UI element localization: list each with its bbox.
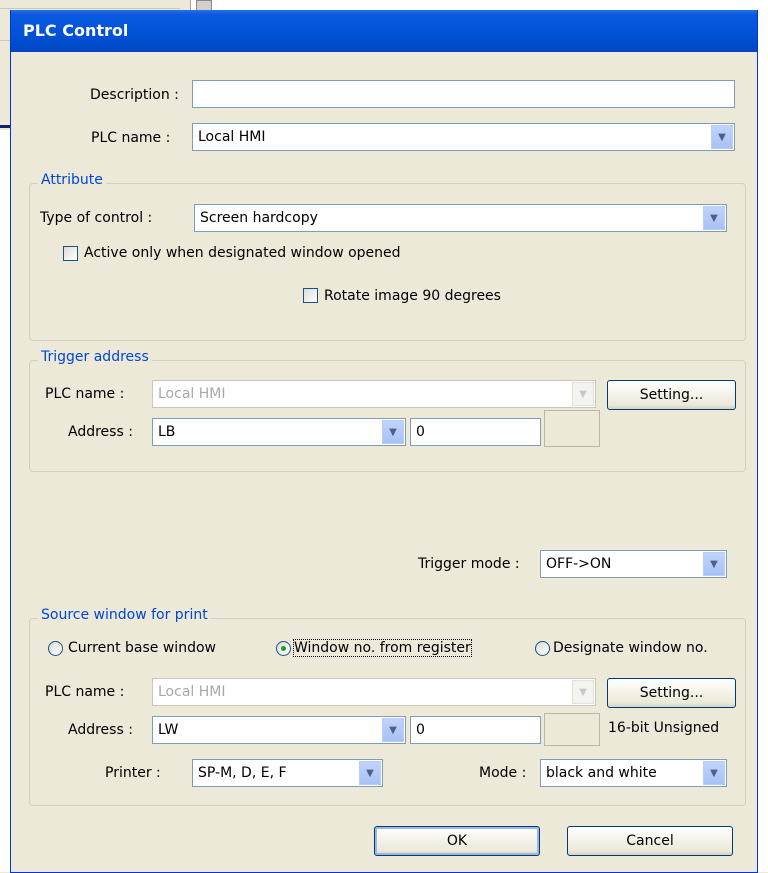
- dialog-title: PLC Control: [23, 21, 129, 40]
- attribute-group-title: Attribute: [38, 172, 106, 188]
- source-address-value-input[interactable]: 0: [410, 716, 541, 744]
- source-address-device-value: LW: [158, 722, 179, 738]
- radio-designate-window-label[interactable]: Designate window no.: [553, 640, 708, 656]
- mode-select[interactable]: black and white ▼: [540, 759, 727, 787]
- trigger-mode-label: Trigger mode :: [418, 556, 520, 572]
- chevron-down-icon[interactable]: ▼: [703, 552, 725, 576]
- source-address-extra-box: [544, 713, 600, 746]
- ok-button[interactable]: OK: [374, 826, 540, 856]
- radio-window-from-register[interactable]: [276, 641, 291, 656]
- trigger-address-device-value: LB: [158, 424, 176, 440]
- source-plc-name-select[interactable]: Local HMI ▼: [152, 678, 596, 706]
- mode-value: black and white: [546, 765, 657, 781]
- source-plc-name-label: PLC name :: [45, 684, 125, 700]
- active-only-checkbox[interactable]: [63, 246, 78, 261]
- trigger-mode-value: OFF->ON: [546, 556, 612, 572]
- trigger-plc-name-value: Local HMI: [158, 386, 226, 402]
- chevron-down-icon[interactable]: ▼: [572, 680, 594, 704]
- plc-name-value: Local HMI: [198, 129, 266, 145]
- description-label: Description :: [90, 87, 179, 103]
- trigger-address-group: [29, 360, 746, 472]
- chevron-down-icon[interactable]: ▼: [703, 206, 725, 230]
- plc-name-label: PLC name :: [91, 130, 171, 146]
- background-divider: [0, 8, 180, 9]
- trigger-mode-select[interactable]: OFF->ON ▼: [540, 550, 727, 578]
- type-of-control-label: Type of control :: [40, 210, 153, 226]
- cancel-button[interactable]: Cancel: [567, 826, 733, 856]
- chevron-down-icon[interactable]: ▼: [382, 420, 404, 444]
- source-setting-button[interactable]: Setting...: [607, 678, 736, 708]
- type-of-control-value: Screen hardcopy: [200, 210, 318, 226]
- rotate-image-label[interactable]: Rotate image 90 degrees: [324, 288, 501, 304]
- rotate-image-checkbox[interactable]: [303, 288, 318, 303]
- source-address-label: Address :: [68, 722, 133, 738]
- source-data-type-label: 16-bit Unsigned: [608, 720, 720, 736]
- trigger-address-value-input[interactable]: 0: [410, 418, 541, 446]
- mode-label: Mode :: [479, 765, 527, 781]
- trigger-address-label: Address :: [68, 424, 133, 440]
- printer-value: SP-M, D, E, F: [198, 765, 287, 781]
- chevron-down-icon[interactable]: ▼: [572, 382, 594, 406]
- chevron-down-icon[interactable]: ▼: [359, 761, 381, 785]
- trigger-address-group-title: Trigger address: [38, 349, 152, 365]
- printer-label: Printer :: [105, 765, 161, 781]
- type-of-control-select[interactable]: Screen hardcopy ▼: [194, 204, 727, 232]
- radio-window-from-register-label[interactable]: Window no. from register: [293, 639, 472, 657]
- trigger-plc-name-select[interactable]: Local HMI ▼: [152, 380, 596, 408]
- plc-control-dialog: PLC Control Description : PLC name : Loc…: [10, 10, 758, 873]
- description-input[interactable]: [192, 80, 735, 108]
- trigger-setting-button[interactable]: Setting...: [607, 380, 736, 410]
- printer-select[interactable]: SP-M, D, E, F ▼: [192, 759, 383, 787]
- title-bar[interactable]: PLC Control: [11, 10, 757, 52]
- radio-current-base-window-label[interactable]: Current base window: [68, 640, 216, 656]
- radio-designate-window[interactable]: [535, 641, 550, 656]
- source-window-group-title: Source window for print: [38, 607, 211, 623]
- radio-current-base-window[interactable]: [48, 641, 63, 656]
- source-address-device-select[interactable]: LW ▼: [152, 716, 406, 744]
- trigger-address-extra-box: [544, 410, 600, 447]
- radio-selected-dot: [281, 646, 286, 651]
- chevron-down-icon[interactable]: ▼: [382, 718, 404, 742]
- active-only-label[interactable]: Active only when designated window opene…: [84, 245, 401, 261]
- trigger-plc-name-label: PLC name :: [45, 386, 125, 402]
- chevron-down-icon[interactable]: ▼: [703, 761, 725, 785]
- source-plc-name-value: Local HMI: [158, 684, 226, 700]
- chevron-down-icon[interactable]: ▼: [711, 125, 733, 149]
- plc-name-select[interactable]: Local HMI ▼: [192, 123, 735, 151]
- trigger-address-device-select[interactable]: LB ▼: [152, 418, 406, 446]
